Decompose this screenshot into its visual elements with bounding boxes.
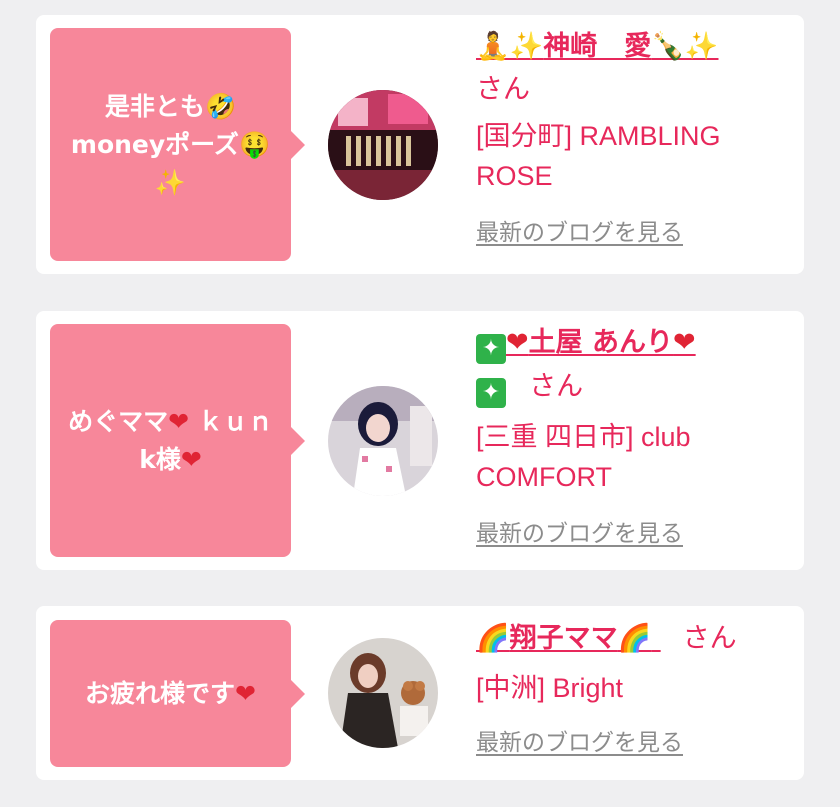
cast-name-link[interactable]: 🧘✨神崎 愛🍾✨	[476, 31, 719, 62]
cast-card-2: めぐママ❤ ｋｕｎ k様❤ ✦ ❤土屋 あんり❤ ✦ さん [三重 四日市] c…	[36, 311, 804, 570]
heart-icon: ❤	[673, 327, 696, 358]
cast-card-1: 是非とも🤣 moneyポーズ🤑 ✨ 🧘✨神崎 愛🍾✨ さん [国分町] RAMB…	[36, 15, 804, 274]
message-text: めぐママ	[68, 406, 169, 436]
cast-name-row: 🧘✨神崎 愛🍾✨	[476, 30, 796, 67]
blog-row: 最新のブログを見る	[476, 723, 796, 757]
meditation-emoji-icon: 🧘✨	[476, 31, 544, 62]
sparkle-box-icon: ✦	[476, 378, 506, 408]
avatar-image	[328, 386, 438, 496]
sparkle-box-icon: ✦	[476, 334, 506, 364]
honorific-row: ✦ さん	[476, 370, 796, 408]
cast-name-row: ✦ ❤土屋 あんり❤	[476, 326, 796, 364]
champagne-emoji-icon: 🍾✨	[651, 31, 719, 62]
rofl-emoji-icon: 🤣	[204, 91, 237, 121]
avatar[interactable]	[328, 386, 438, 496]
avatar[interactable]	[328, 638, 438, 748]
heart-icon: ❤	[180, 444, 202, 474]
message-text: ｋｕｎ	[189, 406, 273, 436]
message-text: お疲れ様です	[85, 678, 236, 708]
shop-name: [三重 四日市] club COMFORT	[476, 414, 796, 500]
cast-name-link[interactable]: ✦ ❤土屋 あんり❤	[476, 327, 696, 364]
message-line: お疲れ様です❤	[85, 675, 256, 713]
cast-name-link[interactable]: 🌈翔子ママ🌈	[476, 623, 661, 654]
message-line: 是非とも🤣	[105, 88, 236, 126]
blog-row: 最新のブログを見る	[476, 213, 796, 247]
honorific: さん	[529, 371, 584, 402]
avatar-image	[328, 638, 438, 748]
cast-name-row: 🌈翔子ママ🌈 さん	[476, 622, 796, 659]
cast-name: 土屋 あんり	[528, 327, 674, 358]
avatar-image	[328, 90, 438, 200]
shop-line: COMFORT	[476, 462, 612, 492]
message-text: 是非とも	[104, 91, 205, 121]
message-line: moneyポーズ🤑	[71, 126, 270, 164]
message-bubble: めぐママ❤ ｋｕｎ k様❤	[50, 324, 305, 557]
cast-card-3: お疲れ様です❤ 🌈翔子ママ🌈 さん [中洲] Bright 最新のブログを見る	[36, 606, 804, 780]
message-line: めぐママ❤ ｋｕｎ	[68, 403, 273, 441]
honorific: さん	[476, 74, 530, 105]
heart-icon: ❤	[506, 327, 529, 358]
shop-name: [中洲] Bright	[476, 665, 796, 711]
cast-name: 神崎 愛	[543, 31, 652, 62]
message-bubble: 是非とも🤣 moneyポーズ🤑 ✨	[50, 28, 305, 261]
rainbow-emoji-icon: 🌈	[617, 623, 652, 654]
message-text: moneyポーズ	[70, 129, 239, 159]
cast-name: 翔子ママ	[509, 623, 618, 654]
cast-info: 🧘✨神崎 愛🍾✨ さん [国分町] RAMBLING ROSE 最新のブログを見…	[476, 30, 796, 247]
shop-line: [中洲] Bright	[476, 673, 624, 703]
cast-info: 🌈翔子ママ🌈 さん [中洲] Bright 最新のブログを見る	[476, 622, 796, 757]
latest-blog-link[interactable]: 最新のブログを見る	[476, 729, 683, 755]
money-face-emoji-icon: 🤑	[238, 129, 271, 159]
shop-line: ROSE	[476, 161, 553, 191]
sparkles-icon: ✨	[154, 167, 187, 197]
message-line: k様❤	[139, 441, 202, 479]
latest-blog-link[interactable]: 最新のブログを見る	[476, 219, 683, 245]
avatar[interactable]	[328, 90, 438, 200]
cast-info: ✦ ❤土屋 あんり❤ ✦ さん [三重 四日市] club COMFORT 最新の…	[476, 326, 796, 548]
heart-icon: ❤	[168, 406, 190, 436]
message-bubble: お疲れ様です❤	[50, 620, 305, 767]
heart-icon: ❤	[235, 678, 256, 708]
rainbow-emoji-icon: 🌈	[476, 623, 510, 654]
honorific: さん	[682, 623, 737, 654]
shop-name: [国分町] RAMBLING ROSE	[476, 113, 796, 199]
blog-row: 最新のブログを見る	[476, 514, 796, 548]
message-text: k様	[139, 444, 181, 474]
latest-blog-link[interactable]: 最新のブログを見る	[476, 520, 683, 546]
